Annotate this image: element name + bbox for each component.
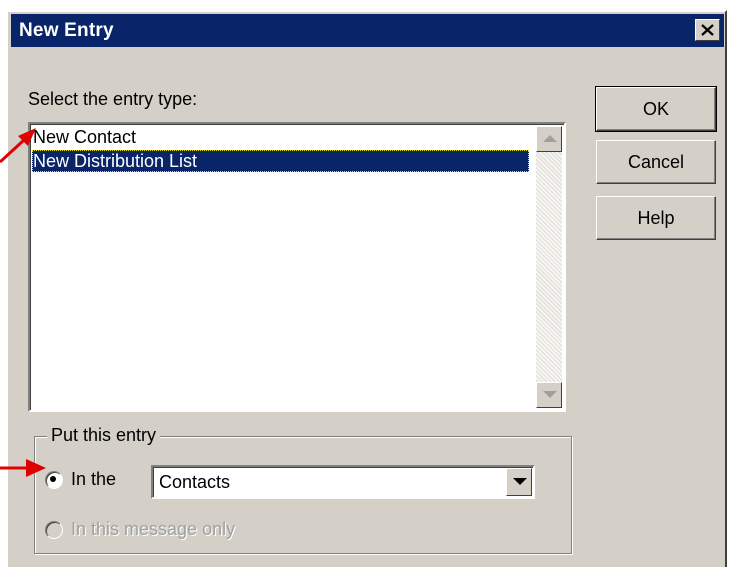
new-entry-dialog: New Entry Select the entry type: New Con… [6,10,727,567]
list-item-new-distribution-list[interactable]: New Distribution List [32,150,529,172]
scroll-down-button[interactable] [536,382,562,408]
radio-message-only-label[interactable]: In this message only [71,519,235,540]
arrow-down-icon [543,391,557,398]
arrow-up-icon [543,135,557,142]
entry-type-listbox[interactable]: New Contact New Distribution List [28,122,566,412]
radio-message-only[interactable] [45,521,63,539]
ok-button[interactable]: OK [595,86,717,132]
entry-type-label: Select the entry type: [28,89,198,109]
cancel-button[interactable]: Cancel [596,140,716,184]
title-bar: New Entry [11,14,724,47]
scroll-up-button[interactable] [536,126,562,152]
listbox-scrollbar[interactable] [536,126,562,408]
help-button[interactable]: Help [596,196,716,240]
folder-combobox-value: Contacts [159,472,231,492]
folder-combobox[interactable]: Contacts [151,465,535,499]
put-entry-groupbox: Put this entry In the Contacts In this m… [34,425,572,554]
list-item-new-contact[interactable]: New Contact [32,126,136,148]
groupbox-label: Put this entry [47,425,161,446]
close-button[interactable] [695,19,720,41]
chevron-down-icon [513,478,527,485]
window-title: New Entry [19,20,114,41]
radio-in-the[interactable] [45,471,63,489]
close-icon [701,24,714,36]
folder-dropdown-button[interactable] [506,468,532,496]
radio-in-the-label[interactable]: In the [71,469,116,490]
